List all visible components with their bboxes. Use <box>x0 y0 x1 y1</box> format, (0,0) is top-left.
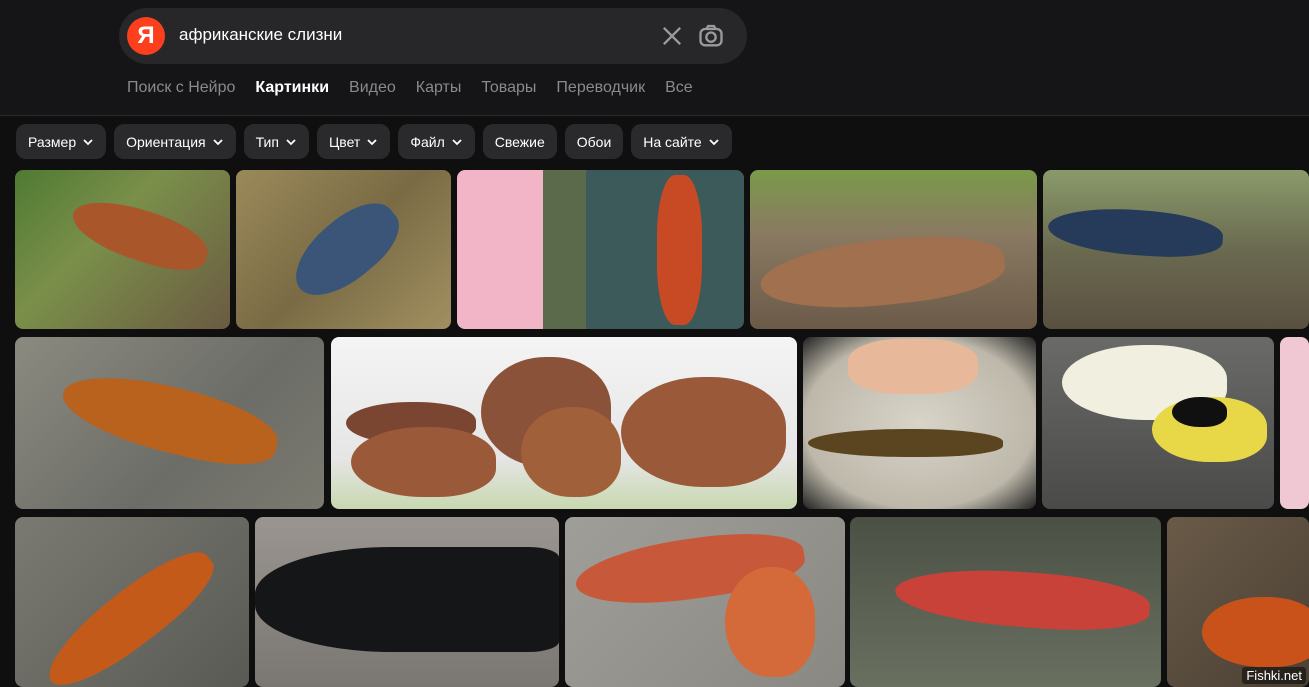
slug-image <box>55 361 285 478</box>
slug-image <box>657 175 702 325</box>
tab-all[interactable]: Все <box>665 79 693 97</box>
image-result[interactable] <box>565 517 845 687</box>
filter-orientation[interactable]: Ориентация <box>114 124 236 159</box>
image-result[interactable] <box>15 170 230 329</box>
search-input[interactable]: африканские слизни <box>179 25 342 45</box>
chevron-down-icon <box>286 138 296 145</box>
image-result[interactable] <box>457 170 744 329</box>
slug-image <box>1172 397 1227 427</box>
slug-image <box>280 188 412 312</box>
filter-wallpapers[interactable]: Обои <box>564 124 624 159</box>
tab-goods[interactable]: Товары <box>481 79 536 97</box>
filter-type[interactable]: Тип <box>243 124 309 159</box>
filter-file[interactable]: Файл <box>398 124 475 159</box>
slug-image <box>1202 597 1309 667</box>
search-tabs: Поиск с Нейро Картинки Видео Карты Товар… <box>127 79 693 97</box>
image-result[interactable] <box>1042 337 1274 509</box>
chevron-down-icon <box>212 138 223 145</box>
tab-video[interactable]: Видео <box>349 79 396 97</box>
filter-label: Размер <box>28 133 77 150</box>
image-result[interactable] <box>803 337 1036 509</box>
filter-size[interactable]: Размер <box>16 124 107 159</box>
filter-bar: Размер Ориентация Тип Цвет Файл Свежие О… <box>16 124 732 159</box>
slug-image <box>757 227 1008 318</box>
image-result[interactable] <box>1280 337 1309 509</box>
filter-label: Тип <box>255 133 279 150</box>
tab-neuro[interactable]: Поиск с Нейро <box>127 79 235 97</box>
filter-on-site[interactable]: На сайте <box>631 124 732 159</box>
slug-image <box>351 427 496 497</box>
chevron-down-icon <box>709 138 719 145</box>
image-result[interactable] <box>255 517 559 687</box>
filter-fresh[interactable]: Свежие <box>482 124 557 159</box>
image-result[interactable] <box>15 517 249 687</box>
tab-maps[interactable]: Карты <box>416 79 462 97</box>
image-result[interactable] <box>236 170 451 329</box>
image-result[interactable] <box>331 337 797 509</box>
filter-label: Цвет <box>328 133 361 150</box>
image-result[interactable] <box>1043 170 1309 329</box>
filter-label: Свежие <box>494 133 545 150</box>
header: Я африканские слизни Поиск с Нейро Карти… <box>0 0 1309 116</box>
filter-label: Файл <box>410 133 445 150</box>
slug-image <box>255 547 559 652</box>
chevron-down-icon <box>367 138 377 145</box>
image-result[interactable] <box>15 337 324 509</box>
slug-image <box>621 377 786 487</box>
slug-image <box>521 407 621 497</box>
camera-icon[interactable] <box>697 22 725 50</box>
tab-translator[interactable]: Переводчик <box>556 79 645 97</box>
tab-images[interactable]: Картинки <box>255 79 329 97</box>
slug-image <box>34 536 226 687</box>
close-icon[interactable] <box>658 22 686 50</box>
slug-image <box>725 567 815 677</box>
filter-label: Ориентация <box>126 133 206 150</box>
watermark: Fishki.net <box>1242 667 1306 684</box>
hand-image <box>848 339 978 394</box>
slug-image <box>1046 203 1225 262</box>
image-result[interactable] <box>850 517 1161 687</box>
filter-color[interactable]: Цвет <box>316 124 391 159</box>
filter-label: На сайте <box>643 133 702 150</box>
chevron-down-icon <box>83 138 93 145</box>
filter-label: Обои <box>576 133 612 150</box>
slug-image <box>893 563 1152 636</box>
image-result[interactable]: Fishki.net <box>1167 517 1309 687</box>
slug-image <box>808 429 1003 457</box>
chevron-down-icon <box>452 138 462 145</box>
image-result[interactable] <box>750 170 1037 329</box>
search-bar[interactable]: Я африканские слизни <box>119 8 747 64</box>
slug-image <box>65 189 215 281</box>
yandex-logo[interactable]: Я <box>127 17 165 55</box>
